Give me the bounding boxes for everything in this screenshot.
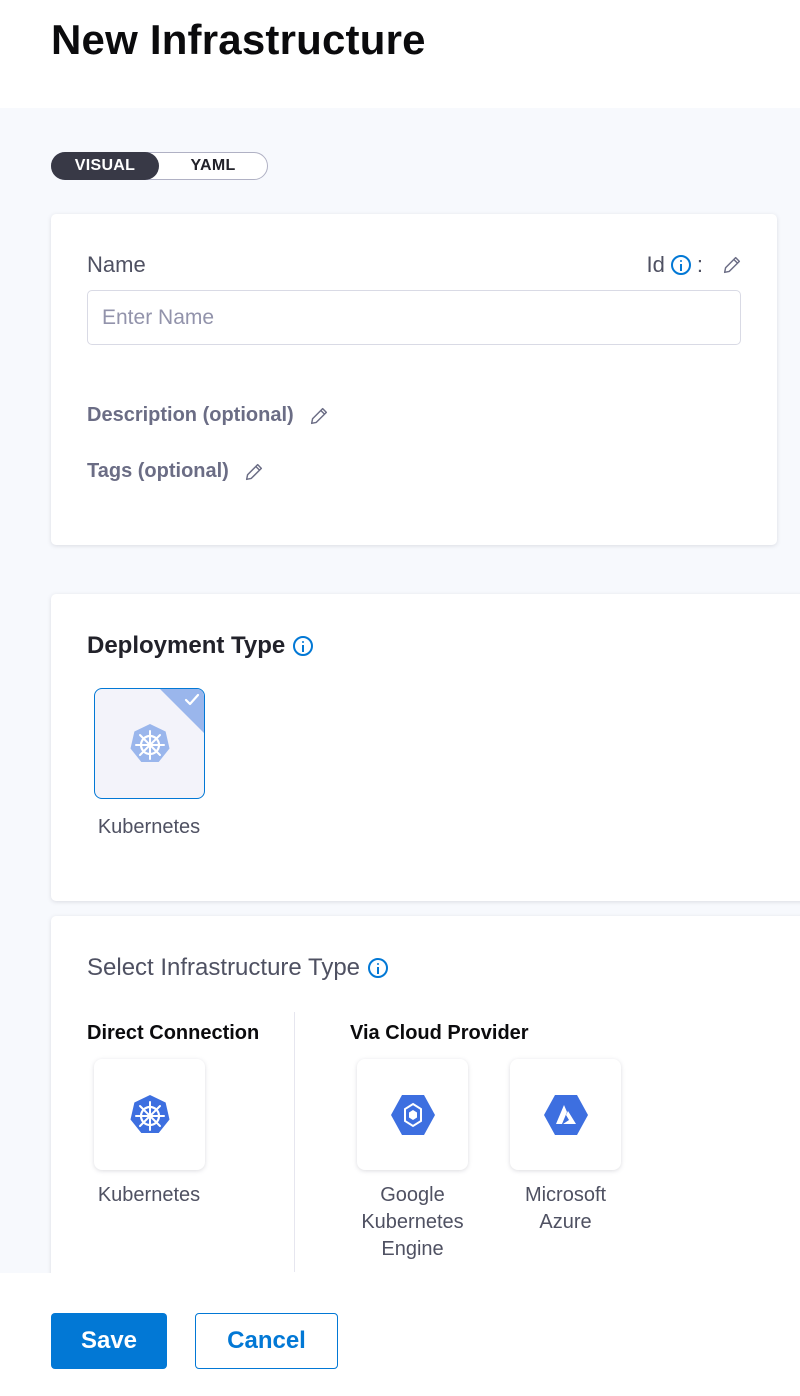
infra-gke-tile[interactable] [357,1059,468,1170]
infrastructure-type-heading: Select Infrastructure Type [87,954,389,982]
azure-label-line-1: Microsoft [524,1184,607,1206]
cancel-button[interactable]: Cancel [195,1313,338,1369]
id-separator: : [696,252,703,277]
tags-label: Tags (optional) [87,460,229,482]
deployment-type-kubernetes-label: Kubernetes [97,816,201,838]
infra-kubernetes-tile[interactable] [94,1059,205,1170]
deployment-type-card: Deployment Type Kubernetes [51,594,800,901]
kubernetes-icon [130,1094,169,1133]
edit-description-pencil-icon[interactable] [308,405,330,427]
infrastructure-type-card: Select Infrastructure Type Direct Connec… [51,916,800,1296]
page-title: New Infrastructure [51,16,426,63]
description-row[interactable]: Description (optional) [87,404,330,427]
save-button[interactable]: Save [51,1313,167,1369]
infra-gke-label: Google Kubernetes Engine [347,1182,478,1263]
direct-connection-title: Direct Connection [87,1022,260,1044]
infra-kubernetes-label: Kubernetes [97,1184,201,1206]
azure-label-line-2: Azure [539,1211,592,1233]
description-label: Description (optional) [87,404,294,426]
via-cloud-provider-title: Via Cloud Provider [350,1022,529,1044]
infrastructure-type-info-icon[interactable] [368,958,389,978]
deployment-type-title: Deployment Type [87,632,286,659]
azure-icon [543,1094,588,1135]
tags-row[interactable]: Tags (optional) [87,460,265,483]
edit-tags-pencil-icon[interactable] [243,461,265,483]
deployment-type-heading: Deployment Type [87,632,314,660]
id-field: Id : [647,252,743,278]
footer-actions: Save Cancel [0,1273,800,1396]
gke-icon [390,1094,435,1135]
infrastructure-type-title: Select Infrastructure Type [87,954,361,981]
checkmark-icon [184,693,200,706]
infra-azure-label: Microsoft Azure [500,1182,631,1236]
gke-label-line-1: Google [380,1184,445,1206]
name-input[interactable] [87,290,741,345]
column-divider [294,1012,295,1272]
id-label: Id [646,252,665,277]
deployment-type-info-icon[interactable] [293,636,314,656]
main-content: VISUAL YAML Name Id : Description (optio… [0,108,800,1296]
name-label: Name [87,252,146,277]
yaml-toggle-button[interactable]: YAML [159,153,267,179]
deployment-type-kubernetes-tile[interactable] [94,688,205,799]
gke-label-line-3: Engine [381,1238,444,1260]
visual-toggle-button[interactable]: VISUAL [51,152,159,180]
id-info-icon[interactable] [670,255,691,275]
gke-label-line-2: Kubernetes [361,1211,464,1233]
edit-id-pencil-icon[interactable] [721,254,743,276]
infra-azure-tile[interactable] [510,1059,621,1170]
view-toggle: VISUAL YAML [51,152,268,180]
overview-card: Name Id : Description (optional) Tags (o… [51,214,777,545]
